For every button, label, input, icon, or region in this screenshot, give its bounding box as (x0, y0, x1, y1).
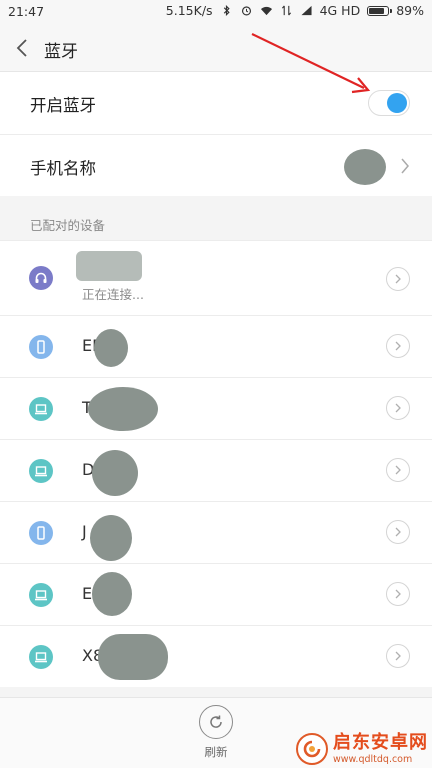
device-details-button[interactable] (386, 582, 410, 606)
device-details-button[interactable] (386, 396, 410, 420)
toggle-knob (387, 93, 407, 113)
redaction-blur (98, 634, 168, 680)
bluetooth-icon (223, 5, 230, 16)
laptop-icon (29, 583, 53, 607)
redaction-blur (76, 251, 142, 281)
watermark: 启东安卓网 www.qdltdq.com (296, 733, 428, 765)
device-row[interactable]: X8 M) (0, 625, 432, 687)
redaction-blur (90, 515, 132, 561)
enable-bluetooth-label: 开启蓝牙 (30, 96, 96, 115)
device-status: 正在连接... (82, 287, 144, 302)
refresh-icon (199, 705, 233, 739)
wifi-icon (260, 6, 272, 16)
device-details-button[interactable] (386, 644, 410, 668)
device-row[interactable]: TE ST (0, 377, 432, 439)
device-row[interactable]: ED 0 (0, 315, 432, 377)
alarm-icon (241, 6, 251, 16)
device-row[interactable]: D 2 (0, 439, 432, 501)
headset-icon (29, 266, 53, 290)
paired-devices-header: 已配对的设备 (30, 218, 106, 233)
phone-name-row[interactable]: 手机名称 J y (0, 134, 432, 196)
status-icons: 5.15K/s 4G HD 89% (166, 3, 424, 18)
chevron-right-icon (401, 158, 409, 174)
device-details-button[interactable] (386, 520, 410, 544)
refresh-button[interactable]: 刷新 (194, 705, 238, 763)
laptop-icon (29, 397, 53, 421)
page-title: 蓝牙 (44, 42, 78, 62)
redaction-blur (94, 329, 128, 367)
laptop-icon (29, 645, 53, 669)
phone-name-label: 手机名称 (30, 159, 96, 178)
back-arrow-icon[interactable] (14, 37, 32, 59)
net-speed: 5.15K/s (165, 3, 213, 18)
device-details-button[interactable] (386, 458, 410, 482)
device-row[interactable]: J y (0, 501, 432, 563)
redaction-blur (92, 450, 138, 496)
network-type: 4G HD (319, 3, 361, 18)
watermark-name: 启东安卓网 (333, 731, 428, 753)
device-row[interactable]: A 正在连接... (0, 240, 432, 315)
bluetooth-settings-card: 开启蓝牙 手机名称 J y (0, 72, 432, 196)
enable-bluetooth-row[interactable]: 开启蓝牙 (0, 72, 432, 134)
redaction-blur (344, 149, 386, 185)
status-bar: 21:47 5.15K/s 4G HD 89% (0, 0, 432, 24)
paired-device-list: A 正在连接... ED 0 TE ST D 2 (0, 240, 432, 687)
device-row[interactable]: E 2 (0, 563, 432, 625)
phone-icon (29, 521, 53, 545)
watermark-url: www.qdltdq.com (333, 753, 413, 765)
bluetooth-toggle[interactable] (368, 90, 410, 116)
watermark-logo-icon (296, 733, 328, 765)
battery-percent: 89% (396, 3, 424, 18)
device-details-button[interactable] (386, 334, 410, 358)
status-time: 21:47 (8, 4, 45, 19)
data-arrows-icon (281, 5, 291, 16)
redaction-blur (92, 572, 132, 616)
device-details-button[interactable] (386, 267, 410, 291)
phone-icon (29, 335, 53, 359)
battery-icon (367, 5, 393, 16)
laptop-icon (29, 459, 53, 483)
title-bar: 蓝牙 (0, 24, 432, 72)
refresh-label: 刷新 (204, 745, 228, 759)
signal-icon (301, 5, 312, 16)
watermark-text: 启东安卓网 www.qdltdq.com (333, 731, 428, 765)
redaction-blur (88, 387, 158, 431)
